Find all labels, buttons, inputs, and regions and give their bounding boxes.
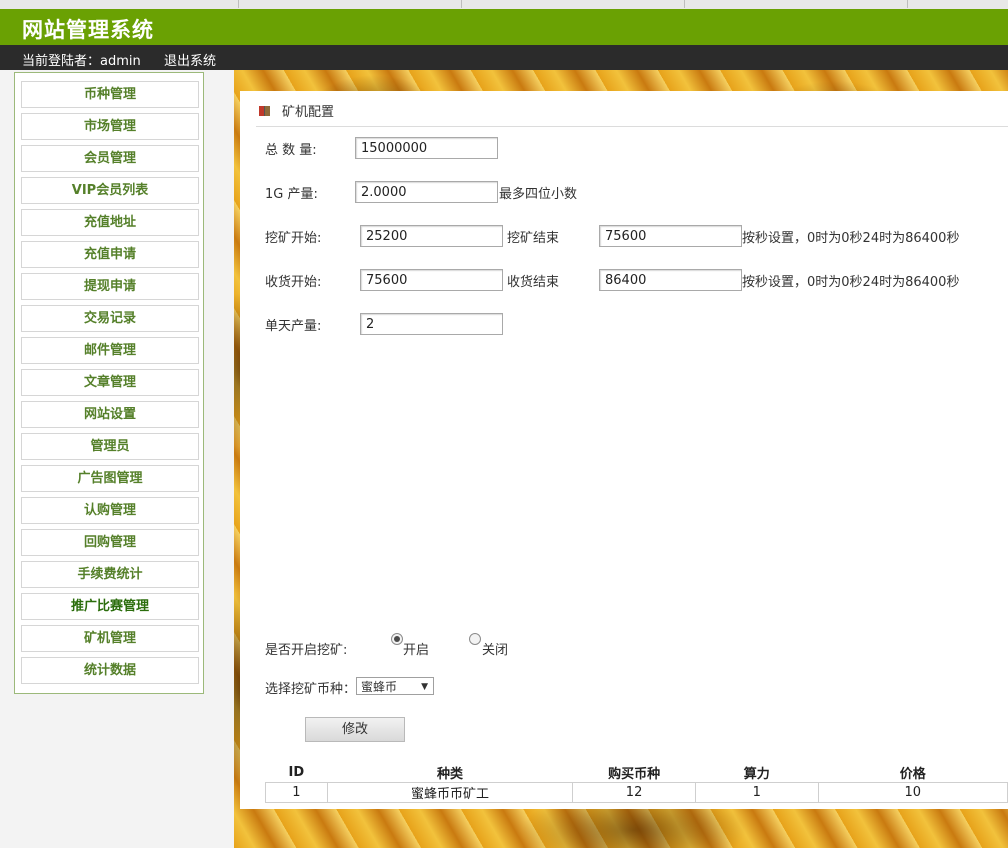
browser-tab[interactable] xyxy=(239,0,462,8)
mine-hint: 按秒设置，0时为0秒24时为86400秒 xyxy=(742,231,960,246)
sidebar-item-miners[interactable]: 矿机管理 xyxy=(21,625,199,652)
sidebar-item-banners[interactable]: 广告图管理 xyxy=(21,465,199,492)
harvest-start-label: 收货开始: xyxy=(265,275,322,290)
coin-select-value: 蜜蜂币 xyxy=(361,680,398,694)
total-label: 总 数 量: xyxy=(265,143,317,158)
browser-tab[interactable] xyxy=(462,0,685,8)
output-per-g-input[interactable]: 2.0000 xyxy=(355,181,498,203)
sidebar-item-statistics[interactable]: 统计数据 xyxy=(21,657,199,684)
book-icon xyxy=(258,105,272,117)
sidebar-item-market[interactable]: 市场管理 xyxy=(21,113,199,140)
logout-link[interactable]: 退出系统 xyxy=(164,50,216,69)
cell-price: 10 xyxy=(817,782,1008,803)
sidebar-item-articles[interactable]: 文章管理 xyxy=(21,369,199,396)
enable-off-radio[interactable] xyxy=(469,633,481,645)
browser-tab[interactable] xyxy=(0,0,239,8)
table-header-row: ID 种类 购买币种 算力 价格 xyxy=(266,763,1008,783)
table-row: 1 蜜蜂币币矿工 12 1 10 xyxy=(265,782,1008,803)
harvest-hint: 按秒设置，0时为0秒24时为86400秒 xyxy=(742,275,960,290)
column-header-type: 种类 xyxy=(436,767,463,782)
output-label: 1G 产量: xyxy=(265,187,318,202)
site-title: 网站管理系统 xyxy=(22,18,154,42)
enable-off-label: 关闭 xyxy=(482,643,509,658)
sidebar-item-vip-members[interactable]: VIP会员列表 xyxy=(21,177,199,204)
panel-header: 矿机配置 xyxy=(258,101,334,120)
coin-select-label: 选择挖矿币种： xyxy=(265,682,357,697)
sidebar-item-members[interactable]: 会员管理 xyxy=(21,145,199,172)
daily-output-label: 单天产量: xyxy=(265,319,322,334)
coin-select[interactable]: 蜜蜂币 ▼ xyxy=(356,677,434,695)
total-quantity-input[interactable]: 15000000 xyxy=(355,137,498,159)
sidebar-item-site-settings[interactable]: 网站设置 xyxy=(21,401,199,428)
sidebar-item-subscription[interactable]: 认购管理 xyxy=(21,497,199,524)
sidebar-item-fee-stats[interactable]: 手续费统计 xyxy=(21,561,199,588)
column-header-coin: 购买币种 xyxy=(608,767,661,782)
sidebar-item-deposit-req[interactable]: 充值申请 xyxy=(21,241,199,268)
sidebar-item-admins[interactable]: 管理员 xyxy=(21,433,199,460)
mine-start-input[interactable]: 25200 xyxy=(360,225,503,247)
sidebar-item-promo-contest[interactable]: 推广比赛管理 xyxy=(21,593,199,620)
harvest-end-label: 收货结束 xyxy=(507,275,560,290)
mine-start-label: 挖矿开始: xyxy=(265,231,322,246)
sidebar-item-trades[interactable]: 交易记录 xyxy=(21,305,199,332)
sidebar-item-mail[interactable]: 邮件管理 xyxy=(21,337,199,364)
sidebar-item-currency[interactable]: 币种管理 xyxy=(21,81,199,108)
sidebar-item-withdraw-req[interactable]: 提现申请 xyxy=(21,273,199,300)
panel-title: 矿机配置 xyxy=(282,105,335,120)
site-header: 网站管理系统 xyxy=(0,9,1008,45)
sidebar-item-buyback[interactable]: 回购管理 xyxy=(21,529,199,556)
cell-type: 蜜蜂币币矿工 xyxy=(326,782,574,803)
sidebar-menu: 币种管理 市场管理 会员管理 VIP会员列表 充值地址 充值申请 提现申请 交易… xyxy=(14,72,204,694)
login-user-label: 当前登陆者：admin xyxy=(22,54,141,69)
chevron-down-icon: ▼ xyxy=(421,682,428,692)
browser-tab[interactable] xyxy=(685,0,908,8)
sidebar-item-deposit-addr[interactable]: 充值地址 xyxy=(21,209,199,236)
enable-on-radio[interactable] xyxy=(391,633,403,645)
harvest-end-input[interactable]: 86400 xyxy=(599,269,742,291)
content-panel: 矿机配置 总 数 量: 15000000 1G 产量: 2.0000 最多四位小… xyxy=(240,91,1008,809)
column-header-id: ID xyxy=(288,765,305,780)
column-header-price: 价格 xyxy=(899,767,926,782)
user-bar: 当前登陆者：admin 退出系统 xyxy=(0,45,1008,70)
harvest-start-input[interactable]: 75600 xyxy=(360,269,503,291)
enable-mining-label: 是否开启挖矿: xyxy=(265,643,348,658)
cell-power: 1 xyxy=(694,782,819,803)
header-divider xyxy=(256,126,1008,127)
mine-end-input[interactable]: 75600 xyxy=(599,225,742,247)
daily-output-input[interactable]: 2 xyxy=(360,313,503,335)
enable-on-label: 开启 xyxy=(403,643,430,658)
cell-id: 1 xyxy=(265,782,328,803)
column-header-power: 算力 xyxy=(743,767,770,782)
cell-coin: 12 xyxy=(572,782,696,803)
miner-table: ID 种类 购买币种 算力 价格 1 蜜蜂币币矿工 12 1 10 xyxy=(265,763,1008,803)
mine-end-label: 挖矿结束 xyxy=(507,231,560,246)
output-hint: 最多四位小数 xyxy=(499,187,578,202)
submit-button[interactable]: 修改 xyxy=(305,717,405,742)
